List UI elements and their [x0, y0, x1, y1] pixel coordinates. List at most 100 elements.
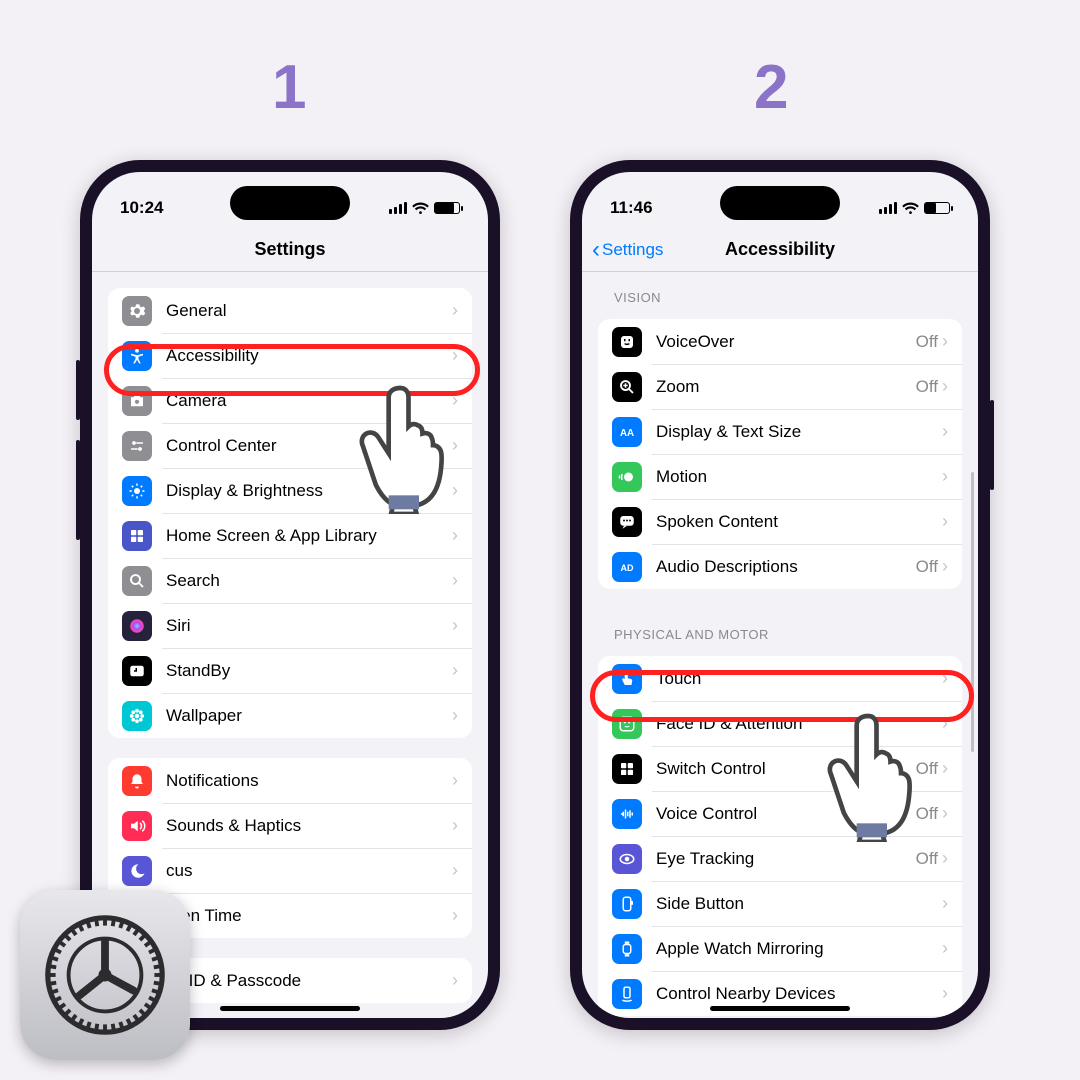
voice-icon	[612, 327, 642, 357]
settings-row-home-screen-app-library[interactable]: Home Screen & App Library›	[108, 513, 472, 558]
row-label: Search	[166, 571, 452, 591]
chevron-right-icon: ›	[942, 758, 948, 779]
settings-row-face-id-attention[interactable]: Face ID & Attention›	[598, 701, 962, 746]
row-value: Off	[916, 759, 938, 779]
back-label: Settings	[602, 240, 663, 260]
row-label: Voice Control	[656, 804, 916, 824]
settings-row-focus[interactable]: cus›	[108, 848, 472, 893]
settings-row-apple-watch-mirroring[interactable]: Apple Watch Mirroring›	[598, 926, 962, 971]
row-value: Off	[916, 332, 938, 352]
row-label: Audio Descriptions	[656, 557, 916, 577]
settings-row-notifications[interactable]: Notifications›	[108, 758, 472, 803]
chevron-right-icon: ›	[452, 770, 458, 791]
nav-bar: ‹ Settings Accessibility	[582, 228, 978, 272]
row-label: VoiceOver	[656, 332, 916, 352]
sun-icon	[122, 476, 152, 506]
settings-row-camera[interactable]: Camera›	[108, 378, 472, 423]
settings-row-display-brightness[interactable]: Display & Brightness›	[108, 468, 472, 513]
settings-row-search[interactable]: Search›	[108, 558, 472, 603]
row-label: Control Nearby Devices	[656, 984, 942, 1004]
watch-icon	[612, 934, 642, 964]
cellular-icon	[879, 202, 897, 214]
row-label: Eye Tracking	[656, 849, 916, 869]
chevron-right-icon: ›	[942, 376, 948, 397]
settings-row-zoom[interactable]: ZoomOff›	[598, 364, 962, 409]
settings-row-voice-control[interactable]: Voice ControlOff›	[598, 791, 962, 836]
chevron-right-icon: ›	[452, 815, 458, 836]
row-value: Off	[916, 557, 938, 577]
settings-row-control-center[interactable]: Control Center›	[108, 423, 472, 468]
chevron-right-icon: ›	[942, 938, 948, 959]
home-indicator[interactable]	[220, 1006, 360, 1011]
page-title: Settings	[254, 239, 325, 260]
chevron-right-icon: ›	[452, 525, 458, 546]
scroll-indicator	[971, 472, 974, 752]
chevron-right-icon: ›	[452, 390, 458, 411]
settings-row-general[interactable]: General›	[108, 288, 472, 333]
row-label: cus	[166, 861, 452, 881]
zoom-icon	[612, 372, 642, 402]
camera-icon	[122, 386, 152, 416]
chevron-right-icon: ›	[942, 983, 948, 1004]
moon-icon	[122, 856, 152, 886]
chevron-left-icon: ‹	[592, 238, 600, 262]
row-label: Motion	[656, 467, 942, 487]
settings-row-display-text-size[interactable]: AA Display & Text Size›	[598, 409, 962, 454]
svg-text:AD: AD	[621, 562, 634, 572]
chevron-right-icon: ›	[942, 803, 948, 824]
battery-icon	[434, 202, 460, 214]
side-icon	[612, 889, 642, 919]
settings-row-accessibility[interactable]: Accessibility›	[108, 333, 472, 378]
settings-row-sounds-haptics[interactable]: Sounds & Haptics›	[108, 803, 472, 848]
settings-row-voiceover[interactable]: VoiceOverOff›	[598, 319, 962, 364]
home-indicator[interactable]	[710, 1006, 850, 1011]
wifi-icon	[412, 202, 429, 215]
row-value: Off	[916, 849, 938, 869]
row-label: Touch	[656, 669, 942, 689]
chevron-right-icon: ›	[452, 905, 458, 926]
chevron-right-icon: ›	[942, 668, 948, 689]
face-icon	[612, 709, 642, 739]
settings-row-side-button[interactable]: Side Button›	[598, 881, 962, 926]
settings-row-switch-control[interactable]: Switch ControlOff›	[598, 746, 962, 791]
settings-row-touch[interactable]: Touch›	[598, 656, 962, 701]
siri-icon	[122, 611, 152, 641]
settings-row-spoken-content[interactable]: Spoken Content›	[598, 499, 962, 544]
settings-row-siri[interactable]: Siri›	[108, 603, 472, 648]
grid-icon	[122, 521, 152, 551]
eye-icon	[612, 844, 642, 874]
settings-row-eye-tracking[interactable]: Eye TrackingOff›	[598, 836, 962, 881]
ad-icon: AD	[612, 552, 642, 582]
chevron-right-icon: ›	[942, 421, 948, 442]
wifi-icon	[902, 202, 919, 215]
settings-row-wallpaper[interactable]: Wallpaper›	[108, 693, 472, 738]
row-label: Sounds & Haptics	[166, 816, 452, 836]
settings-row-standby[interactable]: StandBy›	[108, 648, 472, 693]
step-number-1: 1	[272, 52, 306, 123]
bell-icon	[122, 766, 152, 796]
search-icon	[122, 566, 152, 596]
nearby-icon	[612, 979, 642, 1009]
row-label: Home Screen & App Library	[166, 526, 452, 546]
settings-app-icon	[20, 890, 190, 1060]
row-label: Display & Text Size	[656, 422, 942, 442]
dots-icon	[612, 754, 642, 784]
row-label: Side Button	[656, 894, 942, 914]
battery-icon	[924, 202, 950, 214]
chevron-right-icon: ›	[452, 480, 458, 501]
svg-text:AA: AA	[620, 427, 634, 438]
row-label: Zoom	[656, 377, 916, 397]
row-value: Off	[916, 377, 938, 397]
chevron-right-icon: ›	[452, 300, 458, 321]
chevron-right-icon: ›	[452, 970, 458, 991]
section-header-vision: VISION	[582, 272, 978, 311]
back-button[interactable]: ‹ Settings	[592, 228, 663, 271]
accessibility-content[interactable]: VISION VoiceOverOff›ZoomOff›AADisplay & …	[582, 272, 978, 1018]
chevron-right-icon: ›	[942, 331, 948, 352]
row-label: Switch Control	[656, 759, 916, 779]
switches-icon	[122, 431, 152, 461]
section-header-physical: PHYSICAL AND MOTOR	[582, 609, 978, 648]
cellular-icon	[389, 202, 407, 214]
settings-row-motion[interactable]: Motion›	[598, 454, 962, 499]
settings-row-audio-descriptions[interactable]: ADAudio DescriptionsOff›	[598, 544, 962, 589]
